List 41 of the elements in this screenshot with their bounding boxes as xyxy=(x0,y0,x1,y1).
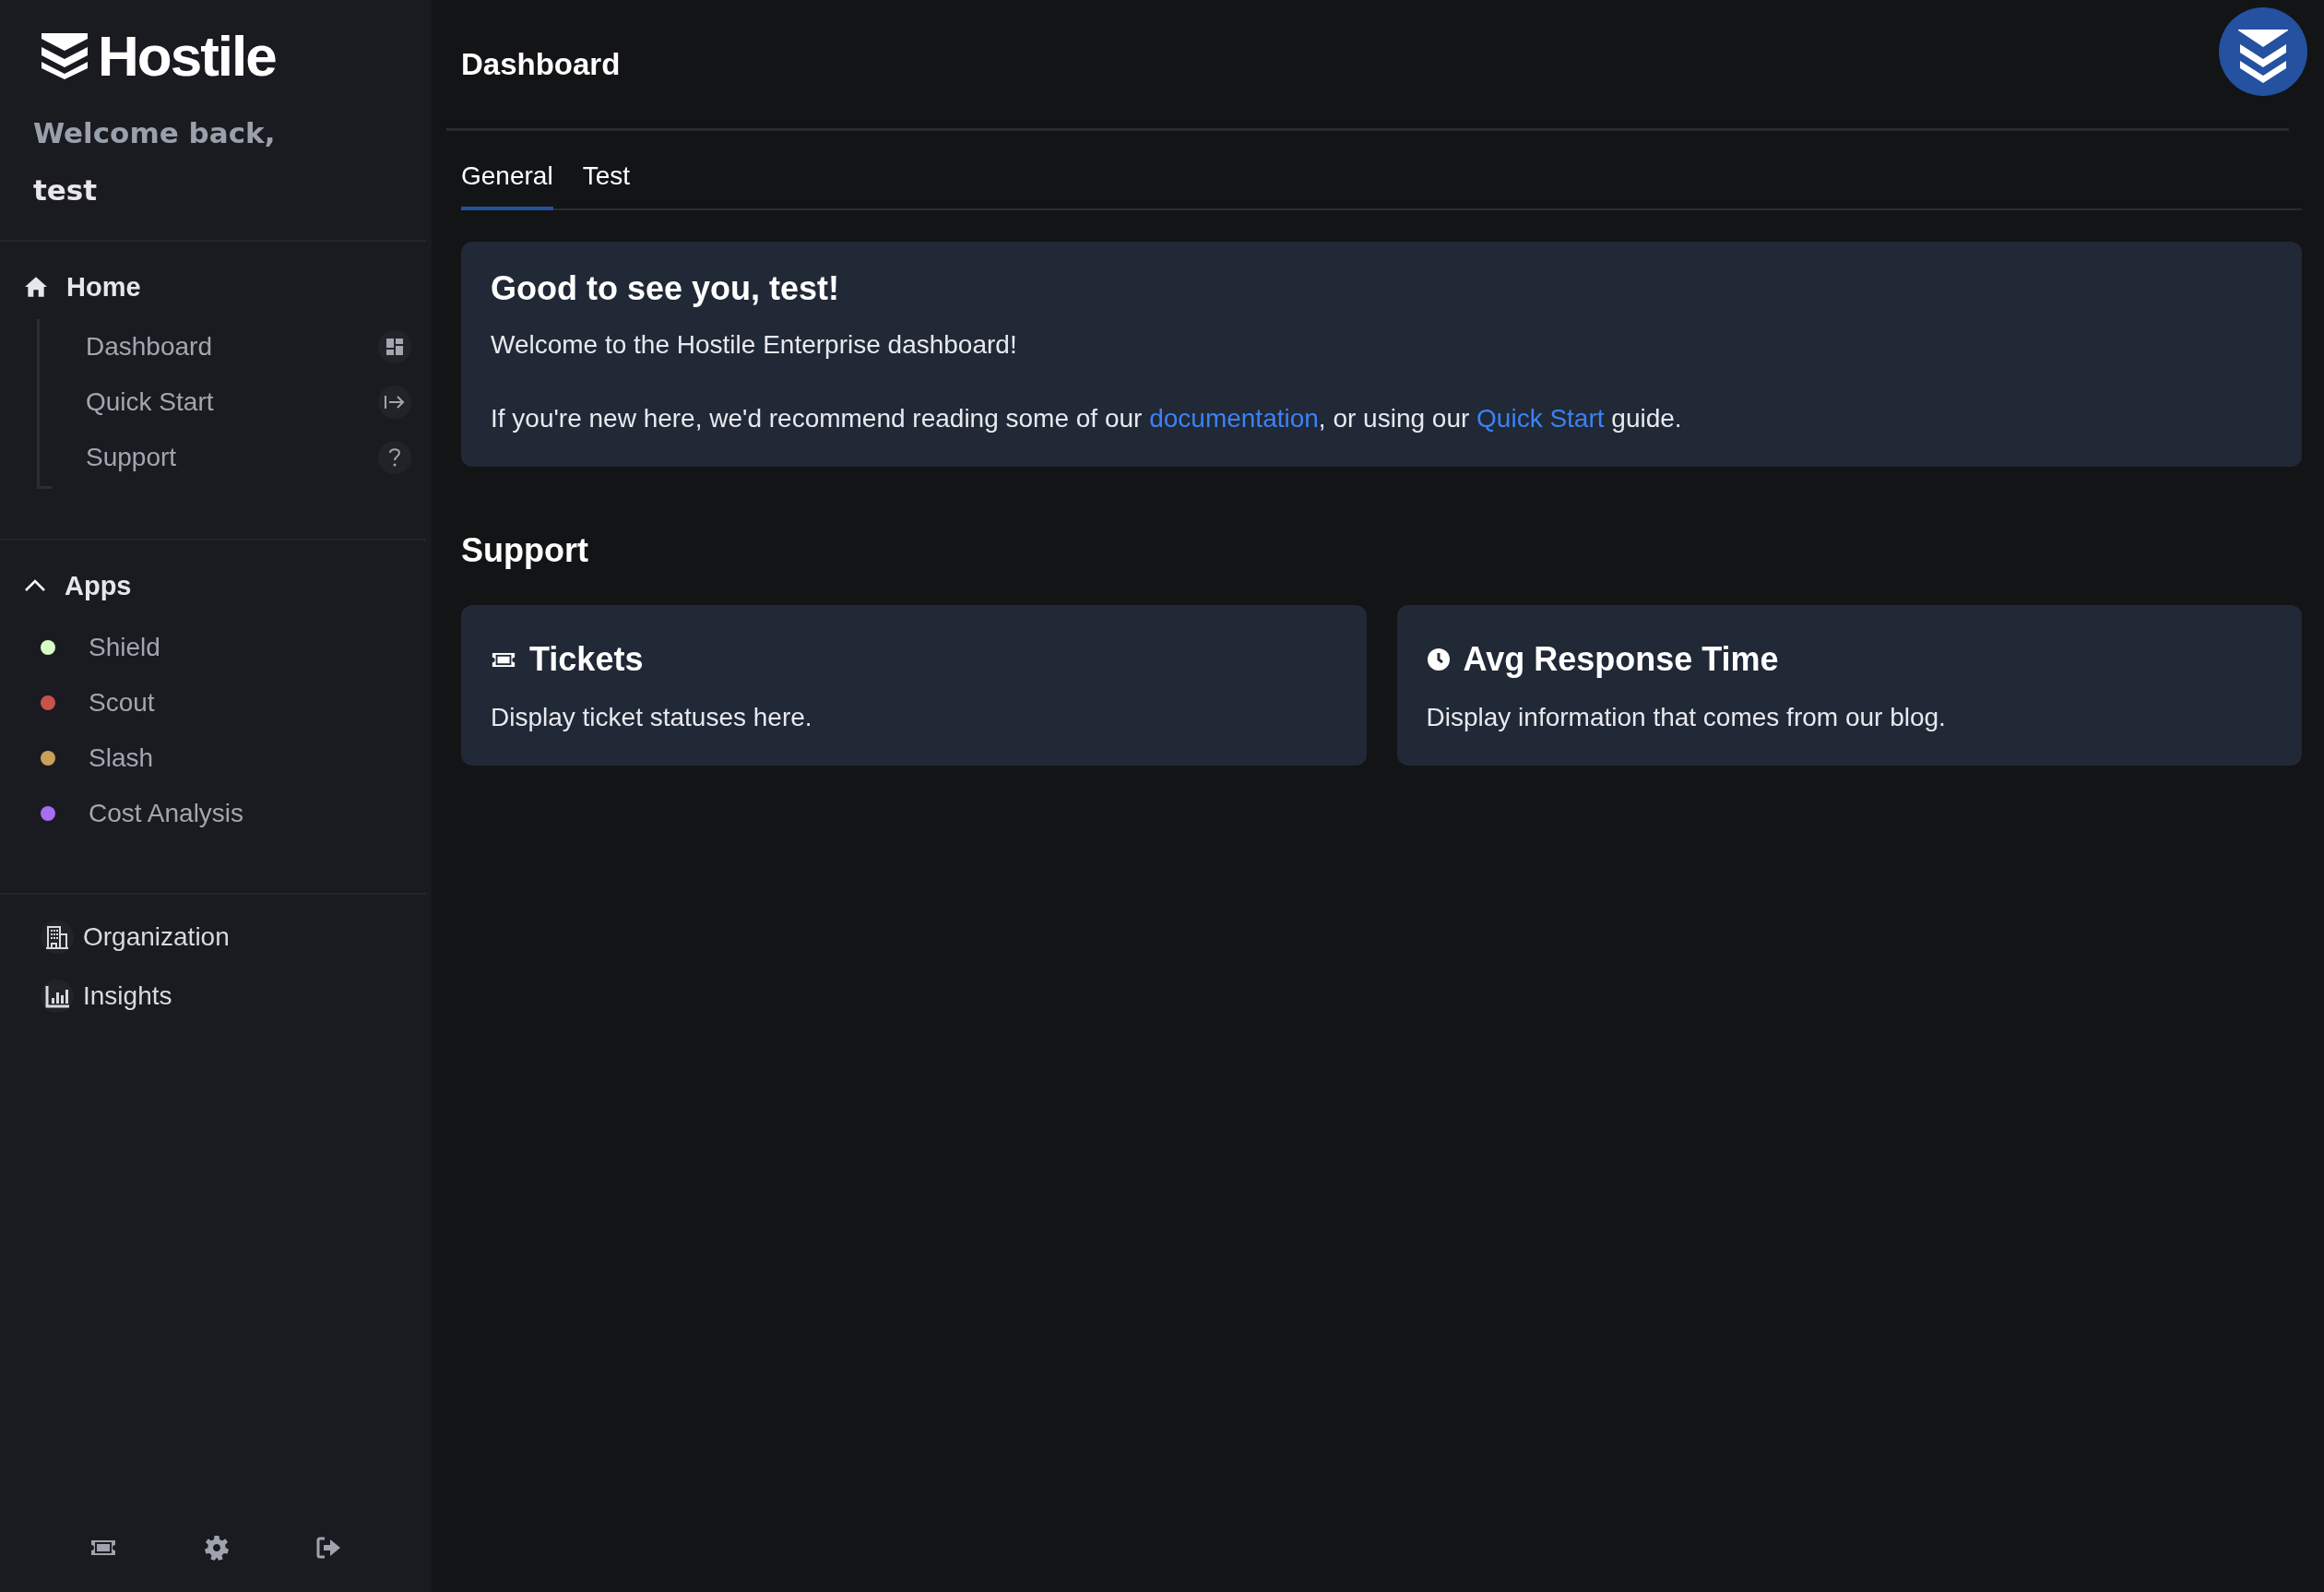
page-title: Dashboard xyxy=(461,46,621,82)
intro-text: If you're new here, we'd recommend reading some of our documentation, or using our Quick Start guide. xyxy=(491,403,1683,434)
logout-icon xyxy=(316,1537,342,1559)
home-icon xyxy=(24,276,48,298)
clock-icon xyxy=(1426,647,1451,671)
home-link[interactable]: Home xyxy=(0,266,432,308)
card-text: Display information that comes from our blog. xyxy=(1426,702,1947,733)
tab[interactable]: Test xyxy=(582,131,630,210)
chevron-logo-icon[interactable] xyxy=(2219,6,2307,96)
text-link[interactable]: Quick Start xyxy=(1476,404,1605,433)
sidebar-link[interactable]: Insights xyxy=(41,976,432,1016)
question-icon xyxy=(388,447,401,468)
brand-name: Hostile xyxy=(98,28,276,85)
apps-toggle[interactable]: Apps xyxy=(0,564,432,607)
dashboard-grid-icon xyxy=(385,338,404,356)
building-icon xyxy=(44,924,70,950)
sidebar-item[interactable]: Support xyxy=(40,430,432,485)
card-title: Good to see you, test! xyxy=(491,269,841,308)
settings-icon xyxy=(204,1535,230,1561)
card-title: Tickets xyxy=(529,640,644,679)
app-item[interactable]: Scout xyxy=(0,675,432,731)
welcome-message: Welcome to the Hostile Enterprise dashboard! xyxy=(491,329,1018,361)
welcome-text: Welcome back, xyxy=(32,115,277,149)
arrow-right-icon xyxy=(384,393,406,411)
section-heading: Support xyxy=(461,531,589,570)
text-link[interactable]: documentation xyxy=(1149,404,1319,433)
tab[interactable]: General xyxy=(461,131,553,210)
card-title: Avg Response Time xyxy=(1463,640,1779,679)
app-item[interactable]: Shield xyxy=(0,620,432,675)
card-text: Display ticket statuses here. xyxy=(491,702,813,733)
chevron-up-icon xyxy=(24,579,46,592)
chevron-logo-icon xyxy=(41,33,89,79)
ticket-icon xyxy=(89,1539,117,1557)
app-item[interactable]: Slash xyxy=(0,731,432,786)
app-item[interactable]: Cost Analysis xyxy=(0,786,432,841)
user-name: test xyxy=(32,172,99,207)
bar-chart-icon xyxy=(44,983,70,1009)
ticket-icon xyxy=(491,650,516,669)
sidebar-item[interactable]: Dashboard xyxy=(40,319,432,374)
sidebar-link[interactable]: Organization xyxy=(41,917,432,957)
sidebar-item[interactable]: Quick Start xyxy=(40,374,432,430)
